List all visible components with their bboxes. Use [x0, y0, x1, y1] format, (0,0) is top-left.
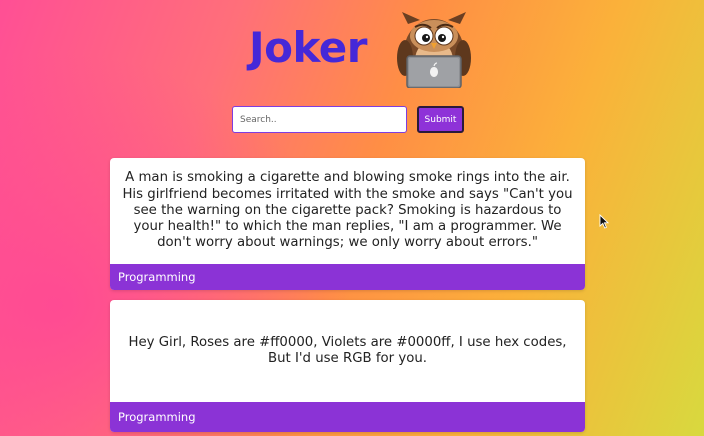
joke-category: Programming: [110, 264, 585, 290]
joke-card: Hey Girl, Roses are #ff0000, Violets are…: [110, 300, 585, 432]
joke-text: Hey Girl, Roses are #ff0000, Violets are…: [128, 334, 567, 366]
joke-card: A man is smoking a cigarette and blowing…: [110, 158, 585, 290]
search-input[interactable]: [232, 106, 407, 133]
mouse-cursor-icon: [599, 214, 609, 229]
joke-text: A man is smoking a cigarette and blowing…: [122, 170, 573, 251]
submit-button[interactable]: Submit: [417, 106, 464, 133]
joke-category: Programming: [110, 402, 585, 432]
owl-with-laptop-icon: [397, 12, 471, 88]
app-header: Joker: [0, 8, 704, 88]
logo-text: Joker: [249, 23, 367, 72]
